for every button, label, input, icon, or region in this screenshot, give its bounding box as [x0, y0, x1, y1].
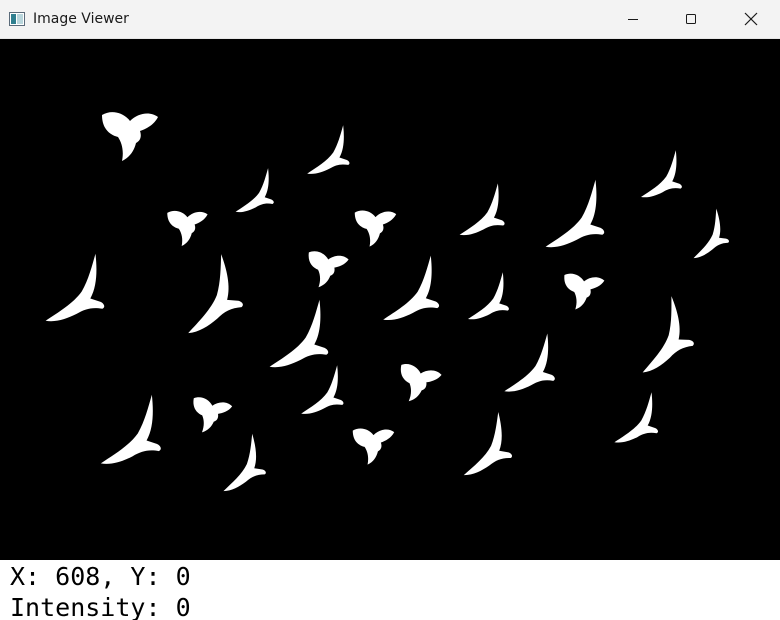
- bird-silhouette: [560, 272, 605, 313]
- birds-image: [45, 112, 731, 492]
- bird-silhouette: [188, 396, 233, 437]
- window-title: Image Viewer: [33, 11, 129, 27]
- image-canvas[interactable]: [0, 39, 780, 560]
- bird-silhouette: [383, 255, 440, 321]
- bird-silhouette: [394, 362, 443, 407]
- bird-silhouette: [304, 250, 350, 291]
- bird-silhouette: [455, 410, 514, 476]
- bird-silhouette: [167, 210, 208, 247]
- bird-silhouette: [641, 150, 682, 198]
- bird-silhouette: [468, 272, 509, 320]
- bird-silhouette: [352, 428, 395, 465]
- title-bar[interactable]: Image Viewer: [0, 0, 780, 39]
- bird-silhouette: [45, 253, 105, 322]
- minimize-button[interactable]: [610, 0, 656, 38]
- intensity-readout: Intensity: 0: [10, 593, 191, 620]
- bird-silhouette: [614, 392, 659, 443]
- close-button[interactable]: [728, 0, 774, 38]
- bird-silhouette: [301, 365, 344, 414]
- bird-silhouette: [354, 210, 397, 247]
- image-viewer-window: Image Viewer X: 608, Y: 0 Intensity: 0: [0, 0, 780, 620]
- bird-silhouette: [214, 432, 268, 492]
- bird-silhouette: [102, 112, 158, 161]
- image-viewer-app-icon: [9, 12, 25, 26]
- status-panel: X: 608, Y: 0 Intensity: 0: [0, 560, 780, 620]
- bird-silhouette: [624, 293, 698, 373]
- bird-silhouette: [269, 299, 329, 368]
- close-icon: [744, 12, 758, 26]
- bird-silhouette: [171, 252, 247, 334]
- bird-silhouette: [504, 333, 555, 392]
- bird-silhouette: [100, 394, 161, 464]
- minimize-icon: [628, 19, 638, 20]
- bird-silhouette: [545, 179, 605, 248]
- bird-silhouette: [235, 168, 274, 213]
- bird-silhouette: [459, 183, 505, 236]
- bird-silhouette: [307, 125, 350, 174]
- maximize-icon: [686, 14, 696, 24]
- maximize-button[interactable]: [668, 0, 714, 38]
- bird-silhouette: [684, 207, 731, 259]
- cursor-position-readout: X: 608, Y: 0: [10, 562, 191, 591]
